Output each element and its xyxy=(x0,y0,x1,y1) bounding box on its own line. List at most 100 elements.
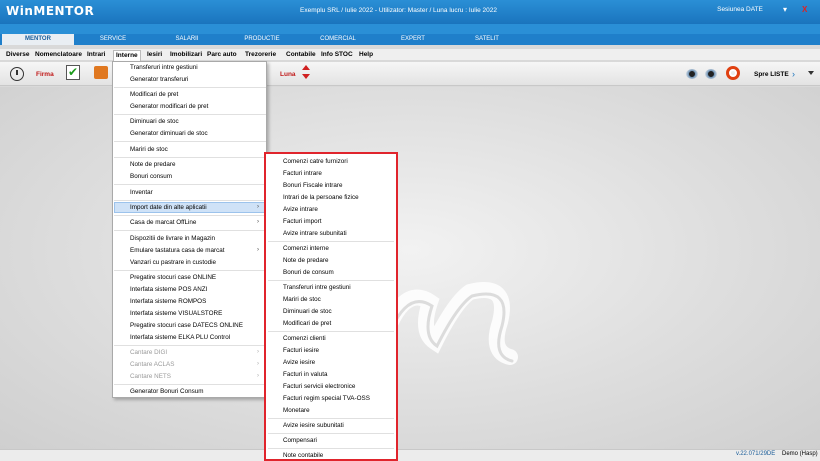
submenu-item-avize-intrare[interactable]: Avize intrare xyxy=(283,206,318,213)
lens-icon[interactable] xyxy=(705,69,717,79)
submenu-item-monetare[interactable]: Monetare xyxy=(283,407,310,414)
submenu-item-comenzi-interne[interactable]: Comenzi interne xyxy=(283,245,329,252)
menu-separator xyxy=(114,157,266,158)
submenu-item-avize-iesire[interactable]: Avize iesire xyxy=(283,359,315,366)
menu-intrari[interactable]: Intrari xyxy=(87,51,105,58)
menu-item-emulare-tastatura[interactable]: Emulare tastatura casa de marcat xyxy=(130,247,225,254)
chevron-down-icon[interactable] xyxy=(808,71,814,75)
version-label: v.22.071/29DE xyxy=(736,451,776,457)
submenu-item-avize-intrare-subunitati[interactable]: Avize intrare subunitati xyxy=(283,230,347,237)
tab-salarii[interactable]: SALARII xyxy=(152,34,222,45)
menu-help[interactable]: Help xyxy=(359,51,373,58)
arrow-down-icon[interactable] xyxy=(302,74,310,79)
submenu-item-intrari-pf[interactable]: Intrari de la persoane fizice xyxy=(283,194,359,201)
menu-item-note-predare[interactable]: Note de predare xyxy=(130,161,176,168)
menu-imobilizari[interactable]: Imobilizari xyxy=(170,51,202,58)
submenu-item-mariri[interactable]: Mariri de stoc xyxy=(283,296,321,303)
tab-satelit[interactable]: SATELIT xyxy=(452,34,522,45)
menu-item-mariri[interactable]: Mariri de stoc xyxy=(130,146,168,153)
package-icon[interactable] xyxy=(94,66,108,79)
month-stepper[interactable] xyxy=(302,64,310,80)
chevron-right-icon: › xyxy=(257,349,259,355)
menu-separator xyxy=(268,448,394,449)
menu-separator xyxy=(114,114,266,115)
menu-item-generator-transferuri[interactable]: Generator transferuri xyxy=(130,76,188,83)
chevron-right-icon[interactable]: › xyxy=(792,69,795,79)
chevron-right-icon: › xyxy=(257,247,259,253)
submenu-item-note-contabile[interactable]: Note contabile xyxy=(283,452,323,459)
submenu-item-compensari[interactable]: Compensari xyxy=(283,437,317,444)
menu-item-rompos[interactable]: Interfata sisteme ROMPOS xyxy=(130,298,206,305)
menu-item-pos-anzi[interactable]: Interfata sisteme POS ANZI xyxy=(130,286,207,293)
menu-item-stocuri-online[interactable]: Pregatire stocuri case ONLINE xyxy=(130,274,216,281)
submenu-item-facturi-valuta[interactable]: Facturi in valuta xyxy=(283,371,327,378)
dropdown-icon[interactable]: ▾ xyxy=(783,5,787,14)
session-label[interactable]: Sesiunea DATE xyxy=(700,6,780,13)
arrow-up-icon[interactable] xyxy=(302,65,310,70)
menu-separator xyxy=(114,384,266,385)
menu-item-generator-modificari[interactable]: Generator modificari de pret xyxy=(130,103,208,110)
firma-label[interactable]: Firma xyxy=(36,71,54,78)
tab-service[interactable]: SERVICE xyxy=(78,34,148,45)
menu-nomenclatoare[interactable]: Nomenclatoare xyxy=(35,51,82,58)
menu-separator xyxy=(268,331,394,332)
lens-icon[interactable] xyxy=(686,69,698,79)
menu-iesiri[interactable]: Iesiri xyxy=(147,51,162,58)
menu-item-modificari-pret[interactable]: Modificari de pret xyxy=(130,91,178,98)
submenu-item-transferuri[interactable]: Transferuri intre gestiuni xyxy=(283,284,351,291)
submenu-item-facturi-servicii[interactable]: Facturi servicii electronice xyxy=(283,383,355,390)
menu-parc-auto[interactable]: Parc auto xyxy=(207,51,237,58)
menu-item-inventar[interactable]: Inventar xyxy=(130,189,153,196)
submenu-item-note-predare[interactable]: Note de predare xyxy=(283,257,329,264)
interne-dropdown-menu: Transferuri intre gestiuni Generator tra… xyxy=(112,61,267,398)
menu-interne[interactable]: Interne xyxy=(113,50,141,61)
menu-info-stoc[interactable]: Info STOC xyxy=(321,51,353,58)
submenu-item-comenzi-clienti[interactable]: Comenzi clienti xyxy=(283,335,326,342)
submenu-item-bonuri-consum[interactable]: Bonuri de consum xyxy=(283,269,334,276)
menu-item-cantare-nets: Cantare NETS xyxy=(130,373,171,380)
tab-expert[interactable]: EXPERT xyxy=(378,34,448,45)
license-label: Demo (Hasp) xyxy=(782,451,818,457)
menu-contabile[interactable]: Contabile xyxy=(286,51,316,58)
menu-item-generator-diminuari[interactable]: Generator diminuari de stoc xyxy=(130,130,208,137)
submenu-item-bonuri-fiscale[interactable]: Bonuri Fiscale intrare xyxy=(283,182,343,189)
menu-item-generator-bonuri[interactable]: Generator Bonuri Consum xyxy=(130,388,204,395)
close-button[interactable]: X xyxy=(802,5,807,14)
submenu-item-modificari-pret[interactable]: Modificari de pret xyxy=(283,320,331,327)
tab-comercial[interactable]: COMERCIAL xyxy=(302,34,374,45)
submenu-item-facturi-oss[interactable]: Facturi regim special TVA-OSS xyxy=(283,395,370,402)
tab-productie[interactable]: PRODUCTIE xyxy=(226,34,298,45)
submenu-item-diminuari[interactable]: Diminuari de stoc xyxy=(283,308,332,315)
submenu-item-comenzi-furnizori[interactable]: Comenzi catre furnizori xyxy=(283,158,348,165)
tab-mentor[interactable]: MENTOR xyxy=(2,34,74,45)
lifebuoy-icon[interactable] xyxy=(726,66,740,80)
menu-trezorerie[interactable]: Trezorerie xyxy=(245,51,276,58)
menu-item-dispozitii-livrare[interactable]: Dispozitii de livrare in Magazin xyxy=(130,235,215,242)
menu-separator xyxy=(268,418,394,419)
menu-separator xyxy=(114,345,266,346)
menu-item-transferuri[interactable]: Transferuri intre gestiuni xyxy=(130,64,198,71)
submenu-item-facturi-iesire[interactable]: Facturi iesire xyxy=(283,347,319,354)
clock-icon[interactable] xyxy=(10,67,24,81)
luna-label[interactable]: Luna xyxy=(280,71,296,78)
submenu-item-facturi-intrare[interactable]: Facturi intrare xyxy=(283,170,322,177)
menu-item-diminuari[interactable]: Diminuari de stoc xyxy=(130,118,179,125)
menu-item-elka-plu[interactable]: Interfata sisteme ELKA PLU Control xyxy=(130,334,230,341)
submenu-item-facturi-import[interactable]: Facturi import xyxy=(283,218,322,225)
chevron-right-icon: › xyxy=(257,219,259,225)
menu-item-casa-marcat-offline[interactable]: Casa de marcat OffLine xyxy=(130,219,196,226)
spre-liste-label[interactable]: Spre LISTE xyxy=(754,71,789,78)
checkmark-icon[interactable]: ✔ xyxy=(66,65,80,80)
window-title: Exemplu SRL / Iulie 2022 - Utilizator: M… xyxy=(300,7,498,14)
menu-diverse[interactable]: Diverse xyxy=(6,51,30,58)
menu-item-datecs-online[interactable]: Pregatire stocuri case DATECS ONLINE xyxy=(130,322,243,329)
menu-item-visualstore[interactable]: Interfata sisteme VISUALSTORE xyxy=(130,310,222,317)
import-submenu: Comenzi catre furnizori Facturi intrare … xyxy=(264,152,398,461)
status-bar xyxy=(0,449,820,461)
menu-separator xyxy=(114,215,266,216)
menu-item-import-date[interactable]: Import date din alte aplicatii xyxy=(130,204,207,211)
menu-item-vanzari-custodie[interactable]: Vanzari cu pastrare in custodie xyxy=(130,259,216,266)
submenu-item-avize-iesire-subunitati[interactable]: Avize iesire subunitati xyxy=(283,422,344,429)
menu-item-bonuri-consum[interactable]: Bonuri consum xyxy=(130,173,172,180)
menu-separator xyxy=(114,87,266,88)
